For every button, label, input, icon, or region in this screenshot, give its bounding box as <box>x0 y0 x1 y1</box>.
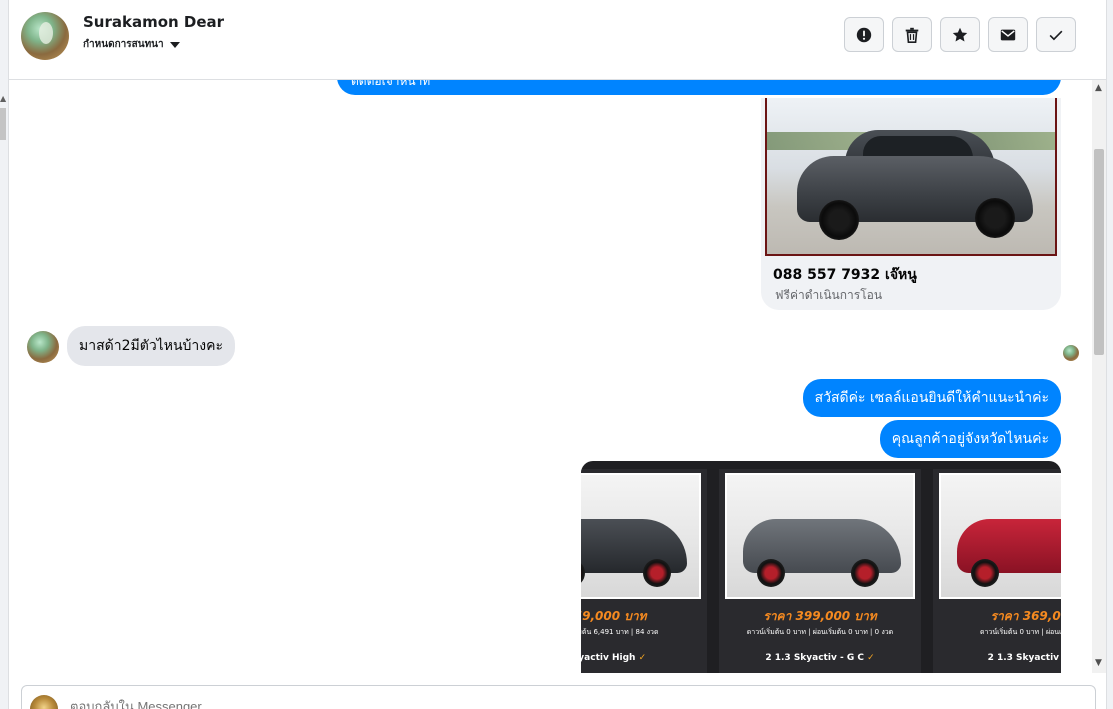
car-wheel <box>757 559 785 587</box>
verified-check-icon: ✓ <box>638 653 647 663</box>
contact-avatar[interactable] <box>21 12 69 60</box>
gallery-model: 2 1.3 Skyactiv - G C ✓ <box>719 653 921 663</box>
messenger-window: ▲ Surakamon Dear กำหนดการสนทนา ติดต่อเจ้… <box>0 0 1113 709</box>
chevron-down-icon <box>169 41 180 48</box>
check-icon <box>1049 30 1063 40</box>
gallery-model-text: 2 1.3 Skyactiv - G C <box>765 653 864 663</box>
gallery-tile: 359,000 บาท | ผ่อนเริ่มต้น 6,491 บาท | 8… <box>581 469 707 673</box>
left-frame: ▲ <box>0 0 9 709</box>
incoming-message[interactable]: มาสด้า2มีตัวไหนบ้างคะ <box>67 326 235 366</box>
reply-input[interactable] <box>70 696 970 709</box>
seen-indicator-avatar <box>1063 345 1079 361</box>
envelope-icon <box>1000 29 1016 40</box>
car-wheel <box>851 559 879 587</box>
gallery-tile: ราคา 369,000 ดาวน์เริ่มต้น 0 บาท | ผ่อนเ… <box>933 469 1061 673</box>
gallery-tile: ราคา 399,000 บาท ดาวน์เริ่มต้น 0 บาท | ผ… <box>719 469 921 673</box>
car-wheel <box>975 198 1015 238</box>
gallery-car-photo <box>581 473 701 599</box>
image-card-message[interactable]: 088 557 7932 เจ๊หนู ฟรีค่าดำเนินการโอน <box>761 98 1061 310</box>
message-thread[interactable]: ติดต่อเจ้าหน้าที่ 088 557 7932 เจ๊หนู ฟร… <box>9 80 1092 673</box>
star-icon <box>952 27 968 41</box>
exclamation-circle-icon <box>856 27 872 42</box>
outgoing-message[interactable]: คุณลูกค้าอยู่จังหวัดไหนค่ะ <box>879 420 1061 458</box>
mark-unread-button[interactable] <box>988 17 1028 52</box>
scroll-down-arrow-icon[interactable]: ▼ <box>1095 658 1102 668</box>
contact-name[interactable]: Surakamon Dear <box>83 13 224 31</box>
gallery-terms: ดาวน์เริ่มต้น 0 บาท | ผ่อนเริ่มต้น 0 บาท… <box>746 628 894 636</box>
conversation-header: Surakamon Dear กำหนดการสนทนา <box>9 0 1113 80</box>
gallery-model-text: Skyactiv High <box>581 653 636 663</box>
gallery-terms: ดาวน์เริ่มต้น 0 บาท | ผ่อนเริ่มต้น 6, <box>979 628 1061 636</box>
gallery-car-photo <box>939 473 1061 599</box>
right-frame <box>1106 0 1113 709</box>
outgoing-message[interactable]: สวัสดีค่ะ เซลล์แอนยินดีให้คำแนะนำค่ะ <box>802 379 1061 417</box>
car-photo[interactable] <box>765 98 1057 256</box>
car-wheel <box>971 559 999 587</box>
header-actions <box>844 17 1076 52</box>
manage-conversation-dropdown[interactable]: กำหนดการสนทนา <box>83 37 180 52</box>
gallery-model: Skyactiv High ✓ <box>581 653 707 663</box>
delete-button[interactable] <box>892 17 932 52</box>
trash-icon <box>905 27 919 43</box>
report-button[interactable] <box>844 17 884 52</box>
thread-scrollbar[interactable]: ▲ ▼ <box>1092 80 1106 673</box>
scrollbar-thumb[interactable] <box>1094 149 1104 355</box>
gallery-terms: | ผ่อนเริ่มต้น 6,491 บาท | 84 งวด <box>581 628 659 636</box>
page-avatar <box>30 695 58 709</box>
card-phone-text: 088 557 7932 เจ๊หนู <box>773 267 917 283</box>
sender-avatar[interactable] <box>27 331 59 363</box>
outgoing-message-partial[interactable]: ติดต่อเจ้าหน้าที่ <box>337 80 1061 95</box>
gallery-price: ราคา 369,000 <box>990 609 1061 623</box>
manage-conversation-label: กำหนดการสนทนา <box>83 39 164 50</box>
car-wheel <box>643 559 671 587</box>
car-gallery-image[interactable]: 359,000 บาท | ผ่อนเริ่มต้น 6,491 บาท | 8… <box>581 461 1061 673</box>
gallery-car <box>581 519 687 573</box>
gallery-model: 2 1.3 Skyactiv H ✓ <box>933 653 1061 663</box>
outgoing-message-text: ติดต่อเจ้าหน้าที่ <box>351 80 431 88</box>
left-scrollbar-thumb[interactable] <box>0 108 6 140</box>
car-wheel <box>819 200 859 240</box>
scroll-up-arrow-icon[interactable]: ▲ <box>0 94 6 103</box>
card-subtitle: ฟรีค่าดำเนินการโอน <box>775 288 883 302</box>
gallery-price: 359,000 บาท <box>581 609 647 623</box>
gallery-model-text: 2 1.3 Skyactiv H <box>987 653 1061 663</box>
verified-check-icon: ✓ <box>867 653 875 663</box>
star-button[interactable] <box>940 17 980 52</box>
gallery-car-photo <box>725 473 915 599</box>
gallery-price: ราคา 399,000 บาท <box>763 609 877 623</box>
scroll-up-arrow-icon[interactable]: ▲ <box>1095 83 1102 93</box>
reply-composer[interactable] <box>21 685 1096 709</box>
mark-done-button[interactable] <box>1036 17 1076 52</box>
